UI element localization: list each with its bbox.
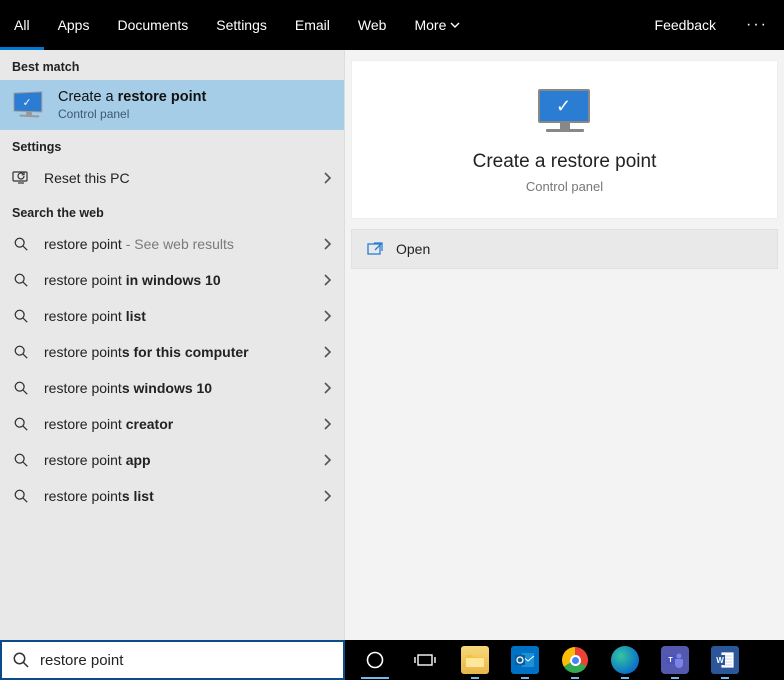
taskbar-teams[interactable]: T xyxy=(655,640,695,680)
web-result-label: restore points for this computer xyxy=(44,344,308,360)
taskbar-outlook[interactable] xyxy=(505,640,545,680)
chevron-right-icon xyxy=(322,381,332,395)
tab-apps[interactable]: Apps xyxy=(44,0,104,50)
tab-documents[interactable]: Documents xyxy=(103,0,202,50)
chevron-right-icon xyxy=(322,417,332,431)
chevron-right-icon xyxy=(322,453,332,467)
web-result-label: restore point in windows 10 xyxy=(44,272,308,288)
tab-all[interactable]: All xyxy=(0,0,44,50)
section-search-web: Search the web xyxy=(0,196,344,226)
web-result[interactable]: restore points list xyxy=(0,478,344,514)
web-result[interactable]: restore points for this computer xyxy=(0,334,344,370)
detail-card: ✓ Create a restore point Control panel xyxy=(351,60,778,219)
search-box[interactable] xyxy=(0,640,345,680)
restore-point-icon: ✓ xyxy=(12,92,46,118)
restore-point-large-icon: ✓ xyxy=(538,89,592,137)
svg-text:W: W xyxy=(716,656,724,665)
section-settings: Settings xyxy=(0,130,344,160)
search-icon xyxy=(12,452,30,468)
tab-web[interactable]: Web xyxy=(344,0,401,50)
web-result[interactable]: restore points windows 10 xyxy=(0,370,344,406)
search-icon xyxy=(12,488,30,504)
search-icon xyxy=(12,344,30,360)
web-result-label: restore point - See web results xyxy=(44,236,308,252)
web-result-label: restore point list xyxy=(44,308,308,324)
detail-subtitle: Control panel xyxy=(526,179,603,194)
web-result[interactable]: restore point app xyxy=(0,442,344,478)
tab-email[interactable]: Email xyxy=(281,0,344,50)
web-result-label: restore points list xyxy=(44,488,308,504)
web-result[interactable]: restore point creator xyxy=(0,406,344,442)
open-icon xyxy=(366,240,384,258)
settings-result-reset-pc[interactable]: Reset this PC xyxy=(0,160,344,196)
search-icon xyxy=(12,416,30,432)
search-icon xyxy=(12,651,30,669)
taskbar-edge[interactable] xyxy=(605,640,645,680)
chevron-right-icon xyxy=(322,237,332,251)
taskbar-file-explorer[interactable] xyxy=(455,640,495,680)
chevron-right-icon xyxy=(322,489,332,503)
web-result-label: restore point creator xyxy=(44,416,308,432)
taskbar-word[interactable]: W xyxy=(705,640,745,680)
detail-panel: ✓ Create a restore point Control panel O… xyxy=(345,50,784,640)
feedback-link[interactable]: Feedback xyxy=(641,0,730,50)
web-result-label: restore points windows 10 xyxy=(44,380,308,396)
open-action[interactable]: Open xyxy=(351,229,778,269)
taskbar-cortana[interactable] xyxy=(355,640,395,680)
taskbar-chrome[interactable] xyxy=(555,640,595,680)
search-icon xyxy=(12,308,30,324)
more-options-button[interactable]: ··· xyxy=(730,16,784,34)
bottom-bar: T W xyxy=(0,640,784,680)
reset-pc-icon xyxy=(12,169,30,187)
section-best-match: Best match xyxy=(0,50,344,80)
results-panel: Best match ✓ Create a restore point Cont… xyxy=(0,50,345,640)
tab-more[interactable]: More xyxy=(400,0,474,50)
chevron-right-icon xyxy=(322,273,332,287)
web-result-label: restore point app xyxy=(44,452,308,468)
search-icon xyxy=(12,272,30,288)
search-scope-tabbar: All Apps Documents Settings Email Web Mo… xyxy=(0,0,784,50)
taskbar: T W xyxy=(345,640,784,680)
search-icon xyxy=(12,236,30,252)
tab-settings[interactable]: Settings xyxy=(202,0,281,50)
chevron-down-icon xyxy=(450,20,460,30)
web-result[interactable]: restore point list xyxy=(0,298,344,334)
web-result[interactable]: restore point - See web results xyxy=(0,226,344,262)
taskbar-task-view[interactable] xyxy=(405,640,445,680)
search-icon xyxy=(12,380,30,396)
chevron-right-icon xyxy=(322,171,332,185)
web-result[interactable]: restore point in windows 10 xyxy=(0,262,344,298)
chevron-right-icon xyxy=(322,309,332,323)
svg-text:T: T xyxy=(668,657,673,664)
best-match-result[interactable]: ✓ Create a restore point Control panel xyxy=(0,80,344,130)
detail-title: Create a restore point xyxy=(473,151,657,173)
search-input[interactable] xyxy=(40,652,333,669)
chevron-right-icon xyxy=(322,345,332,359)
